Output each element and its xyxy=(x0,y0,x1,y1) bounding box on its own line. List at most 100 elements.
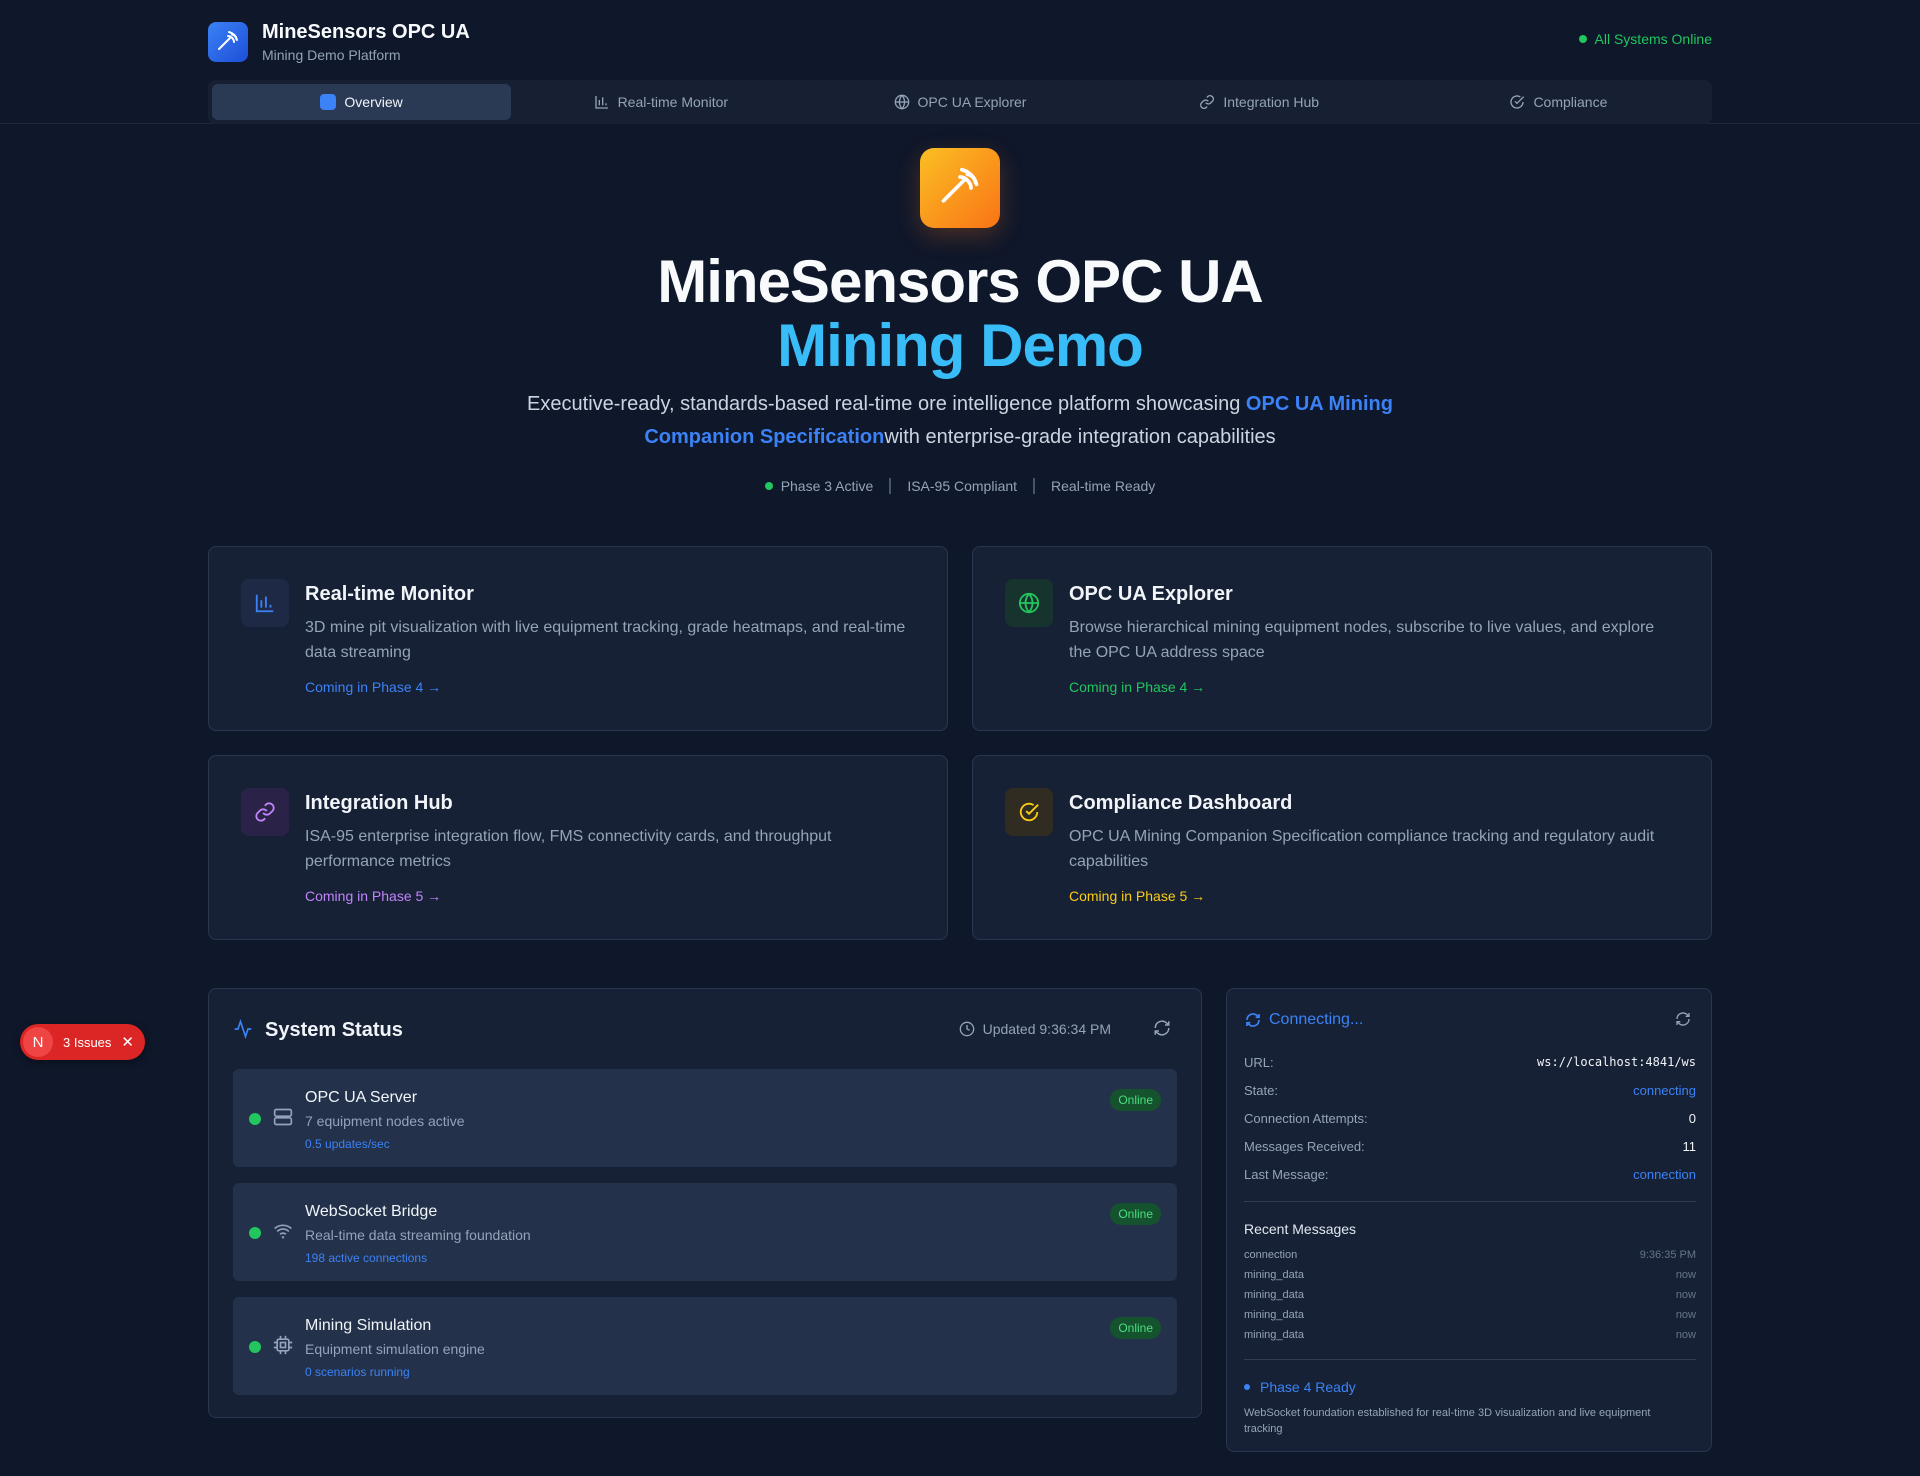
service-websocket-bridge[interactable]: WebSocket Bridge Real-time data streamin… xyxy=(233,1183,1177,1281)
status-dot xyxy=(249,1341,261,1353)
feature-card-realtime-monitor[interactable]: Real-time Monitor 3D mine pit visualizat… xyxy=(208,546,948,731)
link-icon xyxy=(241,788,289,836)
message-time: now xyxy=(1675,1329,1696,1341)
feature-card-compliance-dashboard[interactable]: Compliance Dashboard OPC UA Mining Compa… xyxy=(972,755,1712,940)
tab-label: OPC UA Explorer xyxy=(917,94,1027,110)
recent-messages-title: Recent Messages xyxy=(1244,1221,1357,1237)
system-status-label: All Systems Online xyxy=(1594,31,1712,47)
conn-key: Last Message: xyxy=(1244,1167,1329,1182)
status-dot xyxy=(249,1113,261,1125)
brand[interactable]: MineSensors OPC UA Mining Demo Platform xyxy=(208,20,470,64)
app-subtitle: Mining Demo Platform xyxy=(262,47,401,63)
badge-phase: Phase 3 Active xyxy=(780,478,874,494)
reconnect-icon[interactable] xyxy=(1675,1011,1691,1027)
card-link[interactable]: Coming in Phase 5 → xyxy=(1069,888,1205,904)
feature-card-opcua-explorer[interactable]: OPC UA Explorer Browse hierarchical mini… xyxy=(972,546,1712,731)
message-type: mining_data xyxy=(1244,1289,1304,1301)
tab-integration-hub[interactable]: Integration Hub xyxy=(1110,84,1409,120)
issues-badge[interactable]: N 3 Issues ✕ xyxy=(20,1024,145,1060)
card-link[interactable]: Coming in Phase 5 → xyxy=(305,888,441,904)
divider xyxy=(1244,1359,1696,1360)
status-badge: Online xyxy=(1110,1089,1161,1111)
check-circle-icon xyxy=(1510,95,1525,109)
card-title: OPC UA Explorer xyxy=(1069,583,1233,605)
conn-state-value: connecting xyxy=(1633,1083,1696,1098)
phase-dot xyxy=(1244,1384,1250,1390)
tab-label: Compliance xyxy=(1533,94,1608,110)
hero-pickaxe-icon xyxy=(920,148,1000,228)
message-item: mining_data now xyxy=(1244,1269,1696,1281)
hero-title-highlight: Mining Demo xyxy=(777,312,1144,379)
tab-realtime-monitor[interactable]: Real-time Monitor xyxy=(511,84,810,120)
conn-key: Connection Attempts: xyxy=(1244,1111,1368,1126)
service-opcua-server[interactable]: OPC UA Server 7 equipment nodes active 0… xyxy=(233,1069,1177,1167)
nextjs-icon: N xyxy=(23,1027,53,1057)
app-header: MineSensors OPC UA Mining Demo Platform … xyxy=(0,0,1920,124)
tab-compliance[interactable]: Compliance xyxy=(1409,84,1708,120)
service-name: OPC UA Server xyxy=(305,1089,418,1106)
conn-row-attempts: Connection Attempts: 0 xyxy=(1244,1111,1696,1126)
divider xyxy=(1033,478,1036,494)
bar-chart-icon xyxy=(594,96,608,109)
hero-badges: Phase 3 Active ISA-95 Compliant Real-tim… xyxy=(0,478,1920,494)
connection-state-heading: Connecting... xyxy=(1269,1011,1364,1028)
tab-label: Overview xyxy=(344,94,403,110)
tab-label: Real-time Monitor xyxy=(617,94,729,110)
conn-row-last-message: Last Message: connection xyxy=(1244,1167,1696,1182)
card-link[interactable]: Coming in Phase 4 → xyxy=(1069,679,1205,695)
message-type: mining_data xyxy=(1244,1309,1304,1321)
system-status-indicator: All Systems Online xyxy=(1578,31,1712,47)
service-description: Real-time data streaming foundation xyxy=(305,1227,531,1243)
message-item: mining_data now xyxy=(1244,1289,1696,1301)
conn-key: URL: xyxy=(1244,1055,1274,1070)
globe-icon xyxy=(894,94,909,110)
service-description: Equipment simulation engine xyxy=(305,1341,485,1357)
service-mining-simulation[interactable]: Mining Simulation Equipment simulation e… xyxy=(233,1297,1177,1395)
hero-desc-prefix: Executive-ready, standards-based real-ti… xyxy=(527,393,1246,415)
last-updated: Updated 9:36:34 PM xyxy=(959,1021,1111,1037)
hero-title: MineSensors OPC UA xyxy=(657,248,1263,315)
tab-opcua-explorer[interactable]: OPC UA Explorer xyxy=(810,84,1109,120)
status-dot xyxy=(1578,35,1587,43)
close-icon[interactable]: ✕ xyxy=(121,1033,134,1051)
status-dot xyxy=(249,1227,261,1239)
conn-key: State: xyxy=(1244,1083,1278,1098)
tab-overview[interactable]: Overview xyxy=(212,84,512,120)
badge-isa95: ISA-95 Compliant xyxy=(907,478,1018,494)
message-item: mining_data now xyxy=(1244,1329,1696,1341)
conn-last-message-value: connection xyxy=(1633,1167,1696,1182)
conn-row-messages: Messages Received: 11 xyxy=(1244,1139,1696,1154)
card-title: Real-time Monitor xyxy=(305,583,474,605)
service-name: Mining Simulation xyxy=(305,1317,432,1334)
divider xyxy=(1244,1201,1696,1202)
feature-card-integration-hub[interactable]: Integration Hub ISA-95 enterprise integr… xyxy=(208,755,948,940)
message-type: connection xyxy=(1244,1249,1298,1261)
last-updated-text: Updated 9:36:34 PM xyxy=(982,1021,1111,1037)
phase-ready-label: Phase 4 Ready xyxy=(1260,1379,1356,1395)
status-badge: Online xyxy=(1110,1203,1161,1225)
hero-desc-suffix: with enterprise-grade integration capabi… xyxy=(884,426,1276,448)
refresh-icon[interactable] xyxy=(1153,1019,1171,1037)
issues-count: 3 Issues xyxy=(63,1034,112,1050)
app-title: MineSensors OPC UA xyxy=(262,21,470,43)
websocket-connection-panel: Connecting... URL: ws://localhost:4841/w… xyxy=(1226,988,1712,1452)
service-metric: 0.5 updates/sec xyxy=(305,1137,390,1151)
message-time: 9:36:35 PM xyxy=(1639,1249,1696,1261)
card-link[interactable]: Coming in Phase 4 → xyxy=(305,679,441,695)
service-metric: 198 active connections xyxy=(305,1251,428,1265)
wifi-icon xyxy=(274,1224,292,1239)
conn-row-state: State: connecting xyxy=(1244,1083,1696,1098)
service-metric: 0 scenarios running xyxy=(305,1365,410,1379)
message-time: now xyxy=(1675,1309,1696,1321)
message-item: mining_data now xyxy=(1244,1309,1696,1321)
card-title: Integration Hub xyxy=(305,792,453,814)
hero-description: Executive-ready, standards-based real-ti… xyxy=(520,388,1400,454)
card-description: 3D mine pit visualization with live equi… xyxy=(305,619,906,661)
activity-icon xyxy=(234,1019,252,1039)
bar-chart-icon xyxy=(241,579,289,627)
overview-icon xyxy=(320,94,337,110)
link-icon xyxy=(1200,95,1215,109)
card-description: OPC UA Mining Companion Specification co… xyxy=(1069,828,1655,870)
message-time: now xyxy=(1675,1269,1696,1281)
refresh-spinner-icon xyxy=(1246,1013,1260,1027)
